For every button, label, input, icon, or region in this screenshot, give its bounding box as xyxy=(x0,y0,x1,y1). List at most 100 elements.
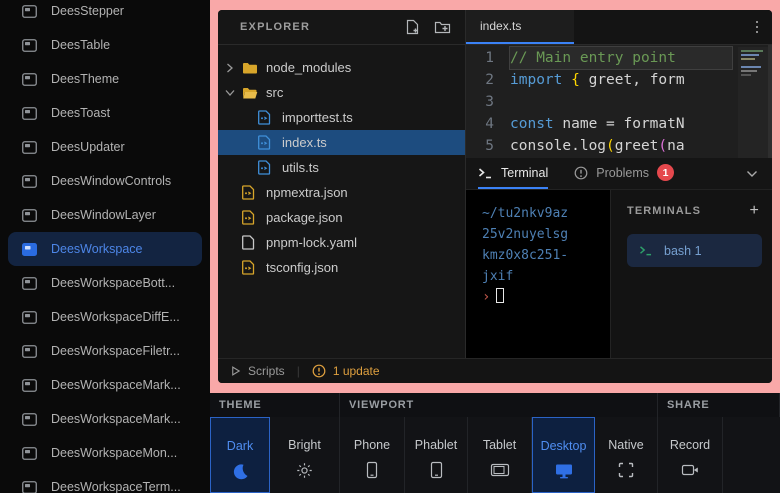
tablet-button[interactable]: Tablet xyxy=(468,417,532,493)
new-folder-icon[interactable] xyxy=(434,20,451,35)
phone-button[interactable]: Phone xyxy=(340,417,405,493)
native-button[interactable]: Native xyxy=(595,417,658,493)
sidebar-item-deesworkspacediffe-[interactable]: DeesWorkspaceDiffE... xyxy=(8,300,202,334)
tree-item-tsconfig-json[interactable]: tsconfig.json xyxy=(218,255,465,280)
terminal-session-bash-1[interactable]: bash 1 xyxy=(627,234,762,267)
tree-item-label: npmextra.json xyxy=(266,185,348,200)
line-number: 1 xyxy=(466,47,510,69)
tree-item-index-ts[interactable]: index.ts xyxy=(218,130,465,155)
code-line: 4const name = formatN xyxy=(466,113,772,135)
tree-item-src[interactable]: src xyxy=(218,80,465,105)
update-alert-icon xyxy=(312,364,326,378)
minimap[interactable] xyxy=(738,47,768,158)
desktop-button[interactable]: Desktop xyxy=(532,417,595,493)
terminal-line: jxif xyxy=(482,266,610,287)
new-file-icon[interactable] xyxy=(405,19,420,35)
tab-label: index.ts xyxy=(480,19,521,33)
button-label: Phablet xyxy=(415,438,457,452)
terminal-tab-label: Terminal xyxy=(501,166,548,180)
sidebar-item-deeswindowcontrols[interactable]: DeesWindowControls xyxy=(8,164,202,198)
workspace-header: EXPLORER index.ts xyxy=(218,10,772,45)
line-number: 4 xyxy=(466,113,510,135)
more-options-icon[interactable] xyxy=(742,10,773,44)
native-icon xyxy=(618,461,634,479)
sidebar-item-deesworkspacemark-[interactable]: DeesWorkspaceMark... xyxy=(8,402,202,436)
code-editor[interactable]: 1// Main entry point2import { greet, for… xyxy=(466,45,772,158)
tree-item-utils-ts[interactable]: utils.ts xyxy=(218,155,465,180)
panel-body: ~/tu2nkv9az25v2nuyelsgkmz0x8c251-jxif› T… xyxy=(466,190,772,358)
terminal-output[interactable]: ~/tu2nkv9az25v2nuyelsgkmz0x8c251-jxif› xyxy=(466,190,610,358)
sidebar-item-label: DeesWorkspaceBott... xyxy=(51,276,175,290)
tree-item-pnpm-lock-yaml[interactable]: pnpm-lock.yaml xyxy=(218,230,465,255)
sidebar-item-deestable[interactable]: DeesTable xyxy=(8,28,202,62)
terminal-line: ~/tu2nkv9az xyxy=(482,203,610,224)
chevron-right-icon xyxy=(226,63,242,73)
sidebar-item-label: DeesWorkspaceTerm... xyxy=(51,480,181,493)
phablet-button[interactable]: Phablet xyxy=(405,417,468,493)
record-button[interactable]: Record xyxy=(658,417,723,493)
button-label: Dark xyxy=(227,439,253,453)
panel-tabbar: Terminal Problems 1 xyxy=(466,158,772,190)
sidebar-item-label: DeesWindowLayer xyxy=(51,208,156,222)
editor-scrollbar[interactable] xyxy=(768,45,772,158)
sidebar-item-deesworkspacefiletr-[interactable]: DeesWorkspaceFiletr... xyxy=(8,334,202,368)
tree-item-importtest-ts[interactable]: importtest.ts xyxy=(218,105,465,130)
component-icon xyxy=(22,107,37,120)
sidebar-item-label: DeesWindowControls xyxy=(51,174,171,188)
tab-terminal[interactable]: Terminal xyxy=(478,158,548,189)
tree-item-npmextra-json[interactable]: npmextra.json xyxy=(218,180,465,205)
update-button[interactable]: 1 update xyxy=(312,364,380,378)
phone-icon xyxy=(366,461,378,479)
terminal-prompt: › xyxy=(482,287,610,308)
component-icon xyxy=(22,481,37,493)
update-label: 1 update xyxy=(333,364,380,378)
sidebar-item-deesworkspace[interactable]: DeesWorkspace xyxy=(8,232,202,266)
add-terminal-button[interactable]: + xyxy=(750,202,762,220)
sidebar-item-deesworkspaceterm-[interactable]: DeesWorkspaceTerm... xyxy=(8,470,202,493)
line-number: 5 xyxy=(466,135,510,157)
component-icon xyxy=(22,209,37,222)
tab-index-ts[interactable]: index.ts xyxy=(466,10,574,44)
tablet-icon xyxy=(490,461,510,479)
phablet-icon xyxy=(430,461,443,479)
sidebar-item-deesworkspacebott-[interactable]: DeesWorkspaceBott... xyxy=(8,266,202,300)
dark-button[interactable]: Dark xyxy=(210,417,270,493)
button-label: Record xyxy=(670,438,710,452)
tree-item-node-modules[interactable]: node_modules xyxy=(218,55,465,80)
button-label: Tablet xyxy=(483,438,516,452)
terminal-line: 25v2nuyelsg xyxy=(482,224,610,245)
line-content: console.log(greet(na xyxy=(510,135,732,157)
toolbar-sections: THEME VIEWPORT SHARE xyxy=(210,393,780,417)
line-content xyxy=(510,91,732,113)
button-label: Phone xyxy=(354,438,390,452)
sidebar-item-label: DeesStepper xyxy=(51,4,124,18)
chevron-down-icon[interactable] xyxy=(746,158,772,189)
tree-item-label: src xyxy=(266,85,283,100)
sidebar-item-deesupdater[interactable]: DeesUpdater xyxy=(8,130,202,164)
scripts-button[interactable]: Scripts xyxy=(230,364,285,378)
bright-button[interactable]: Bright xyxy=(270,417,340,493)
tree-item-label: tsconfig.json xyxy=(266,260,338,275)
tree-item-label: node_modules xyxy=(266,60,351,75)
sidebar-item-deesworkspacemark-[interactable]: DeesWorkspaceMark... xyxy=(8,368,202,402)
file-ts-icon xyxy=(258,110,274,125)
sidebar-item-deesworkspacemon-[interactable]: DeesWorkspaceMon... xyxy=(8,436,202,470)
sidebar-item-label: DeesWorkspaceFiletr... xyxy=(51,344,180,358)
button-label: Native xyxy=(608,438,643,452)
code-line: 5console.log(greet(na xyxy=(466,135,772,157)
problems-icon xyxy=(574,166,588,180)
tab-problems[interactable]: Problems 1 xyxy=(574,158,674,189)
tree-item-package-json[interactable]: package.json xyxy=(218,205,465,230)
sidebar-item-deestheme[interactable]: DeesTheme xyxy=(8,62,202,96)
tree-item-label: pnpm-lock.yaml xyxy=(266,235,357,250)
statusbar-divider: | xyxy=(297,364,300,378)
sidebar-item-deesstepper[interactable]: DeesStepper xyxy=(8,0,202,28)
sidebar-item-deestoast[interactable]: DeesToast xyxy=(8,96,202,130)
terminal-icon xyxy=(639,245,653,256)
chevron-down-icon xyxy=(226,88,242,98)
sidebar-item-deeswindowlayer[interactable]: DeesWindowLayer xyxy=(8,198,202,232)
component-icon xyxy=(22,311,37,324)
problems-tab-label: Problems xyxy=(596,166,649,180)
terminal-cursor xyxy=(496,288,504,303)
sidebar-item-label: DeesWorkspaceMon... xyxy=(51,446,177,460)
